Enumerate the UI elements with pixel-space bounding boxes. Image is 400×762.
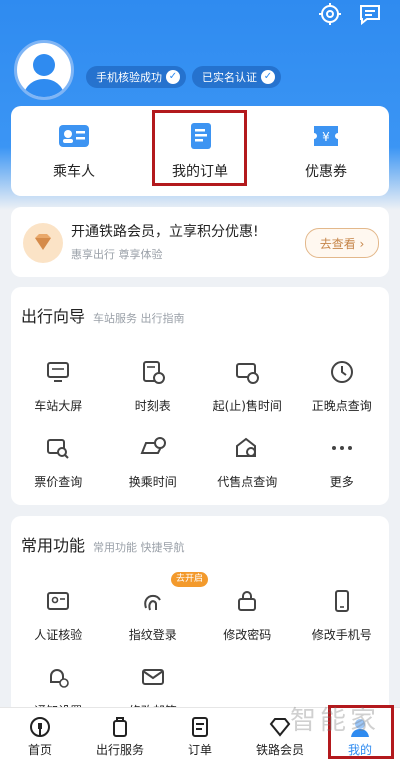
tab-home[interactable]: 首页 — [0, 708, 80, 762]
fingerprint-icon — [144, 594, 161, 611]
grid-item-fingerprint[interactable]: 指纹登录 — [106, 578, 201, 654]
check-icon: ✓ — [166, 70, 180, 84]
ticket-time-icon — [236, 363, 260, 384]
yen-coupon-icon: ¥ — [314, 126, 338, 146]
tab-orders[interactable]: 订单 — [160, 708, 240, 762]
train-transfer-icon — [140, 437, 166, 454]
grid-item-change-phone[interactable]: 修改手机号 — [295, 578, 390, 654]
quick-coupons[interactable]: ¥ 优惠券 — [271, 121, 381, 181]
member-title: 开通铁路会员，立享积分优惠! — [71, 224, 259, 240]
grid-item-change-password[interactable]: 修改密码 — [200, 578, 295, 654]
luggage-icon — [113, 717, 127, 737]
grid-item-timetable[interactable]: 时刻表 — [106, 349, 201, 425]
svg-text:¥: ¥ — [322, 130, 330, 144]
travel-guide-panel: 出行向导 车站服务 出行指南 车站大屏 时刻表 起(止)售时间 正晚点查询 票价… — [11, 287, 389, 505]
home-rail-icon — [30, 717, 50, 737]
mail-icon — [141, 669, 164, 685]
watermark: 智能家 — [290, 706, 381, 736]
bell-settings-icon — [50, 669, 70, 688]
lock-icon — [238, 591, 257, 611]
travel-guide-subtitle: 车站服务 出行指南 — [93, 312, 185, 325]
fare-query-icon — [47, 439, 69, 459]
quick-passengers[interactable]: 乘车人 — [19, 121, 129, 181]
highlight-box-orders — [152, 110, 247, 186]
gear-icon[interactable] — [318, 2, 342, 26]
timetable-icon — [142, 361, 165, 384]
member-banner[interactable]: 开通铁路会员，立享积分优惠! 惠享出行 尊享体验 去查看 › — [11, 207, 389, 277]
member-subtitle: 惠享出行 尊享体验 — [71, 248, 163, 261]
travel-guide-grid: 车站大屏 时刻表 起(止)售时间 正晚点查询 票价查询 换乘时间 代售点查询 更… — [11, 349, 389, 501]
grid-item-ticket-time[interactable]: 起(止)售时间 — [200, 349, 295, 425]
agency-search-icon — [236, 437, 257, 457]
common-functions-panel: 常用功能 常用功能 快捷导航 去开启 人证核验 指纹登录 修改密码 修改手机号 … — [11, 516, 390, 718]
diamond-icon — [269, 718, 291, 737]
phone-verified-badge: 手机核验成功 ✓ — [86, 66, 186, 88]
clock-icon — [330, 361, 353, 383]
grid-item-transfer-time[interactable]: 换乘时间 — [106, 425, 201, 501]
grid-item-station-screen[interactable]: 车站大屏 — [11, 349, 106, 425]
realname-verified-badge: 已实名认证 ✓ — [192, 66, 281, 88]
diamond-icon — [23, 223, 63, 263]
tab-travel-services[interactable]: 出行服务 — [80, 708, 160, 762]
id-verify-icon — [47, 592, 70, 610]
more-dots-icon — [331, 446, 352, 450]
phone-icon — [334, 590, 349, 612]
check-icon: ✓ — [261, 70, 275, 84]
grid-item-agency-query[interactable]: 代售点查询 — [200, 425, 295, 501]
header-actions — [318, 2, 382, 26]
message-icon[interactable] — [358, 2, 382, 26]
order-icon — [192, 717, 208, 737]
station-screen-icon — [47, 362, 70, 382]
grid-item-delay-query[interactable]: 正晚点查询 — [295, 349, 390, 425]
id-card-icon — [59, 125, 89, 147]
member-view-button[interactable]: 去查看 › — [305, 228, 379, 258]
common-functions-title: 常用功能 — [21, 536, 86, 555]
grid-item-more[interactable]: 更多 — [295, 425, 390, 501]
grid-item-fare-query[interactable]: 票价查询 — [11, 425, 106, 501]
grid-item-id-verify[interactable]: 人证核验 — [11, 578, 106, 654]
common-functions-subtitle: 常用功能 快捷导航 — [93, 541, 185, 554]
user-silhouette-icon — [23, 54, 65, 97]
avatar[interactable] — [14, 40, 74, 100]
travel-guide-title: 出行向导 — [21, 307, 86, 326]
verification-badges: 手机核验成功 ✓ 已实名认证 ✓ — [86, 66, 281, 88]
